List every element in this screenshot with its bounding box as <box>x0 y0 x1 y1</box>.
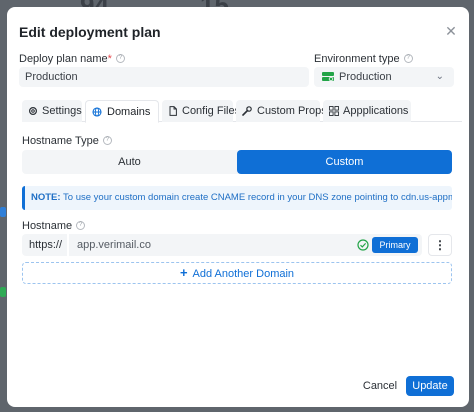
plus-icon: + <box>179 265 188 280</box>
hostname-type-auto[interactable]: Auto <box>22 150 237 174</box>
grid-icon <box>329 106 339 116</box>
required-mark: * <box>107 53 112 65</box>
deploy-name-input[interactable]: Production <box>19 67 309 87</box>
tab-config-files[interactable]: Config Files <box>162 100 240 122</box>
help-icon: ? <box>403 53 413 63</box>
check-circle-icon <box>357 239 369 251</box>
hostname-label: Hostname? <box>22 220 86 232</box>
hostname-type-label: Hostname Type? <box>22 135 112 147</box>
close-icon[interactable]: ✕ <box>442 22 460 40</box>
hostname-type-custom[interactable]: Custom <box>237 150 452 174</box>
tab-custom-props[interactable]: Custom Props <box>236 100 327 122</box>
note-text: To use your custom domain create CNAME r… <box>63 192 452 203</box>
tab-settings[interactable]: Settings <box>22 100 82 122</box>
chevron-down-icon: ⌄ <box>435 71 444 82</box>
hostname-type-toggle: Auto Custom <box>22 150 452 174</box>
background-edge-mark-blue <box>0 207 6 217</box>
add-domain-button[interactable]: + Add Another Domain <box>22 262 452 284</box>
hostname-input[interactable]: app.verimail.co <box>69 234 422 256</box>
note-prefix: NOTE: <box>31 192 61 203</box>
tab-domains[interactable]: Domains <box>85 100 159 123</box>
globe-icon <box>92 107 102 117</box>
hostname-row: https:// app.verimail.co Primary <box>22 234 422 256</box>
deploy-name-label: Deploy plan name*? <box>19 53 125 65</box>
server-icon <box>322 72 334 82</box>
modal-header: Edit deployment plan ✕ <box>7 7 469 55</box>
primary-badge[interactable]: Primary <box>372 237 418 253</box>
more-options-icon[interactable]: ⋮ <box>428 234 452 256</box>
help-icon: ? <box>102 135 112 145</box>
cname-note: NOTE: To use your custom domain create C… <box>22 186 452 210</box>
env-type-label: Environment type? <box>314 53 413 65</box>
wrench-icon <box>242 106 252 116</box>
tab-bar: Settings Domains Config Files Custom Pro… <box>22 100 462 123</box>
file-icon <box>169 106 177 116</box>
background-edge-mark-green <box>0 287 6 297</box>
modal-title: Edit deployment plan <box>19 24 161 40</box>
tab-applications[interactable]: Appplications <box>323 100 411 122</box>
update-button[interactable]: Update <box>406 376 454 396</box>
gear-icon <box>28 106 38 116</box>
env-type-value: Production <box>339 71 392 83</box>
env-type-select[interactable]: Production ⌄ <box>314 67 454 87</box>
edit-deployment-modal: Edit deployment plan ✕ Deploy plan name*… <box>7 7 469 407</box>
help-icon: ? <box>115 53 125 63</box>
help-icon: ? <box>76 220 86 230</box>
protocol-prefix: https:// <box>22 234 67 256</box>
cancel-button[interactable]: Cancel <box>359 376 401 396</box>
